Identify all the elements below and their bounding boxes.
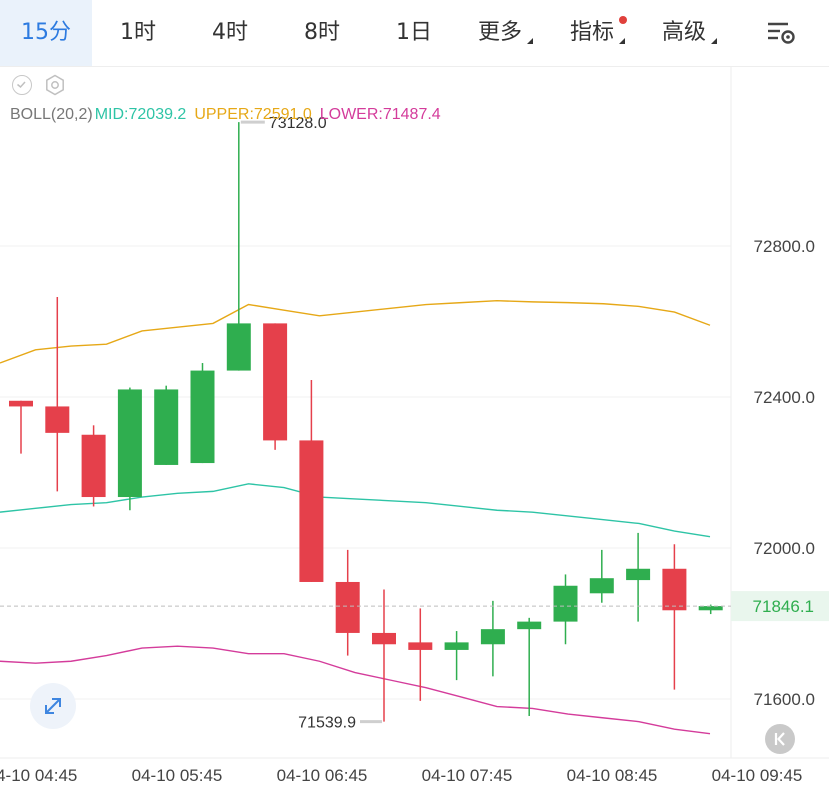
candle-body xyxy=(226,323,251,371)
candle-body xyxy=(553,585,578,622)
candle-body xyxy=(698,606,723,611)
candle xyxy=(299,380,324,582)
y-tick-label: 71600.0 xyxy=(754,690,815,709)
candle xyxy=(9,400,33,454)
x-tick-label: 04-10 07:45 xyxy=(422,766,513,785)
candle-body xyxy=(662,568,687,611)
legend-lower: LOWER:71487.4 xyxy=(319,106,441,123)
candle-body xyxy=(81,434,106,498)
band-line-mid xyxy=(0,483,711,538)
legend-mid: MID:72039.2 xyxy=(94,106,187,123)
candle xyxy=(117,387,142,511)
candle-body xyxy=(589,578,614,594)
candle-body xyxy=(408,642,433,650)
candle-body xyxy=(117,389,142,498)
candle xyxy=(45,296,70,492)
candle-body xyxy=(154,389,179,465)
x-tick-label: 04-10 08:45 xyxy=(567,766,658,785)
candle-body xyxy=(299,440,324,582)
last-price-label: 71846.1 xyxy=(753,597,814,616)
candle xyxy=(263,323,288,450)
candle xyxy=(154,385,179,465)
expand-button[interactable] xyxy=(30,683,76,729)
candle-body xyxy=(626,568,651,581)
candle-body xyxy=(335,581,360,633)
check-circle-icon[interactable] xyxy=(12,75,32,95)
x-tick-label: 04-10 06:45 xyxy=(277,766,368,785)
candle xyxy=(480,600,505,677)
candle-body xyxy=(263,323,288,441)
candle xyxy=(190,363,215,464)
boll-legend: BOLL(20,2) MID:72039.2 UPPER:72591.0 LOWER:… xyxy=(10,106,449,124)
low-price-label: 71539.9 xyxy=(298,715,356,732)
candle xyxy=(444,631,469,681)
candle-body xyxy=(9,400,33,407)
candle xyxy=(517,617,542,716)
band-line-upper xyxy=(0,300,711,364)
legend-name: BOLL(20,2) xyxy=(10,106,93,123)
x-tick-label: 04-10 05:45 xyxy=(132,766,223,785)
candle-body xyxy=(480,629,505,645)
candle-body xyxy=(517,621,542,630)
expand-icon xyxy=(45,698,61,714)
candle-body xyxy=(190,370,215,464)
candle xyxy=(335,549,360,656)
y-tick-label: 72000.0 xyxy=(754,539,815,558)
legend-upper: UPPER:72591.0 xyxy=(194,106,312,123)
candle xyxy=(408,608,433,701)
candle-body xyxy=(372,632,396,645)
candle xyxy=(372,589,396,722)
candle xyxy=(626,532,651,622)
candle xyxy=(662,544,687,690)
gear-icon[interactable] xyxy=(44,74,66,96)
candle xyxy=(553,574,578,645)
candle-body xyxy=(45,406,70,433)
x-tick-label: 04-10 04:45 xyxy=(0,766,77,785)
y-tick-label: 72400.0 xyxy=(754,388,815,407)
y-tick-label: 72800.0 xyxy=(754,237,815,256)
candle xyxy=(81,425,106,507)
jump-to-latest-button[interactable] xyxy=(765,724,795,754)
jump-to-end-icon xyxy=(774,732,785,746)
candle xyxy=(589,549,614,603)
x-tick-label: 04-10 09:45 xyxy=(712,766,803,785)
candle-body xyxy=(444,642,469,650)
